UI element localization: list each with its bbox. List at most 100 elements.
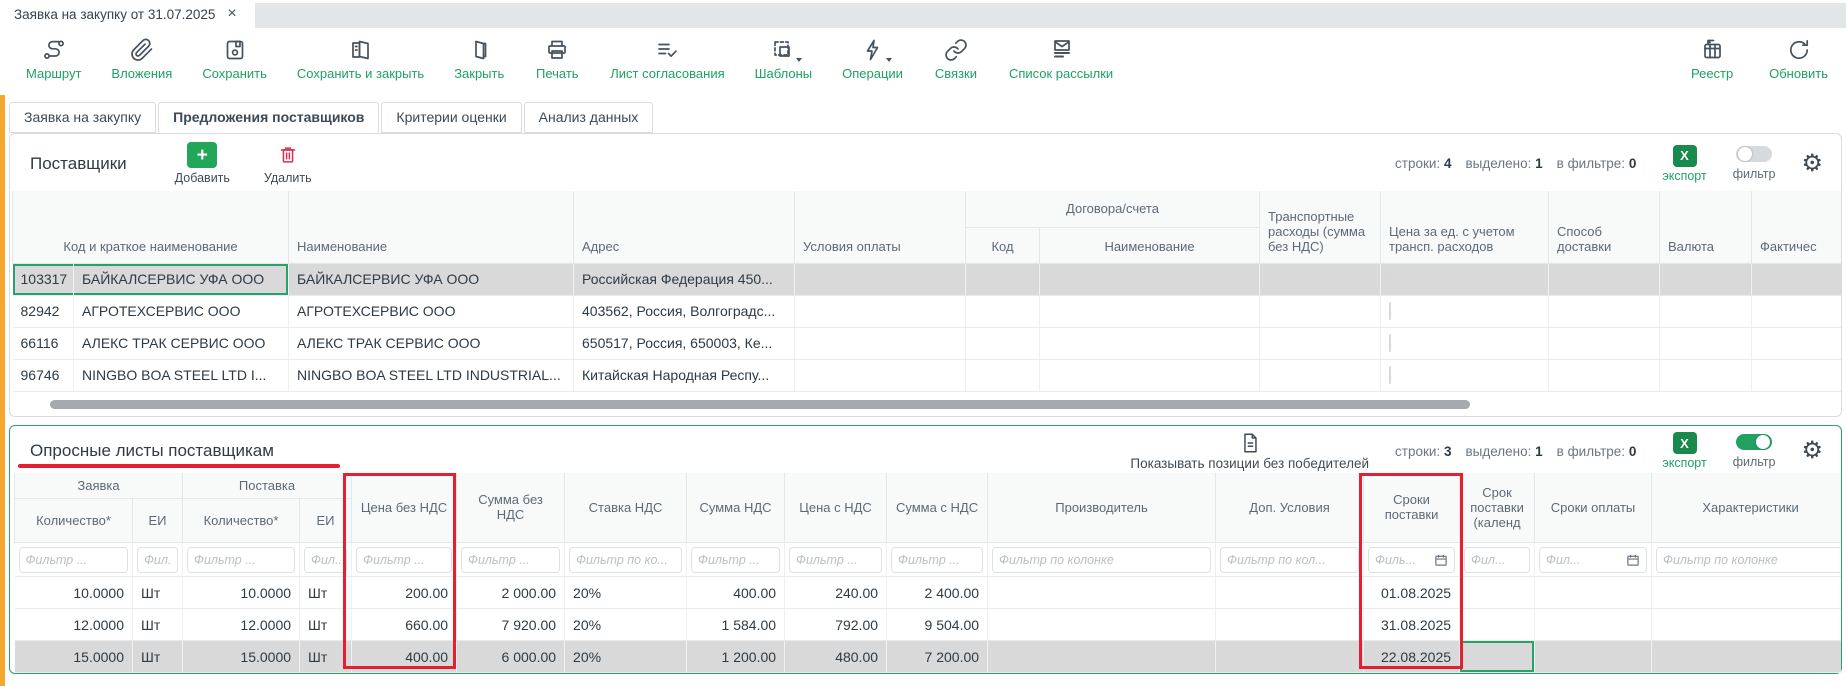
tab-data-analysis[interactable]: Анализ данных [524, 102, 654, 133]
col-price-per-unit[interactable]: Цена за ед. с учетом трансп. расходов [1381, 191, 1549, 263]
gear-icon[interactable]: ⚙ [1801, 439, 1823, 463]
cell-sum-no-vat[interactable]: 7 920.00 [457, 609, 565, 641]
col-transport-costs[interactable]: Транспортные расходы (сумма без НДС) [1260, 191, 1381, 263]
templates-button[interactable]: Шаблоны [755, 36, 813, 81]
col-unit-request[interactable]: ЕИ [133, 499, 183, 543]
cell-extra-conditions[interactable] [1216, 577, 1364, 609]
cell-price-with-vat[interactable]: 240.00 [785, 577, 887, 609]
cell-payment-terms[interactable] [1535, 609, 1652, 641]
col-vat-rate[interactable]: Ставка НДС [565, 473, 687, 543]
cell-price-per-unit[interactable] [1381, 359, 1549, 391]
checkbox[interactable] [1389, 302, 1391, 320]
col-delivery-dates[interactable]: Сроки поставки [1364, 473, 1460, 543]
tab-request[interactable]: Заявка на закупку [9, 102, 156, 133]
cell-unit[interactable]: Шт [133, 609, 183, 641]
add-supplier-button[interactable]: + Добавить [175, 142, 230, 185]
links-button[interactable]: Связки [933, 36, 979, 81]
cell-payment-terms[interactable] [795, 263, 966, 295]
registry-button[interactable]: Реестр [1689, 36, 1735, 81]
save-and-close-button[interactable]: Сохранить и закрыть [297, 36, 424, 81]
col-vat-sum[interactable]: Сумма НДС [687, 473, 785, 543]
cell-vat-rate[interactable]: 20% [565, 577, 687, 609]
offer-row[interactable]: 15.0000 Шт 15.0000 Шт 400.00 6 000.00 20… [15, 641, 1842, 673]
cell-manufacturer[interactable] [988, 641, 1216, 673]
export-excel-button[interactable]: X экспорт [1662, 432, 1706, 470]
filter-input[interactable] [1227, 553, 1352, 567]
calendar-icon[interactable] [1626, 553, 1640, 567]
suppliers-filter-toggle[interactable]: фильтр [1733, 146, 1776, 181]
cell-delivery-method[interactable] [1549, 263, 1660, 295]
cell-currency[interactable] [1660, 263, 1752, 295]
cell-code[interactable]: 82942 [13, 295, 74, 327]
cell-price-no-vat[interactable]: 400.00 [352, 641, 457, 673]
cell-short-name[interactable]: NINGBO BOA STEEL LTD I... [74, 359, 289, 391]
cell-name[interactable]: АЛЕКС ТРАК СЕРВИС ООО [289, 327, 574, 359]
cell-price-no-vat[interactable]: 200.00 [352, 577, 457, 609]
cell-vat-sum[interactable]: 1 584.00 [687, 609, 785, 641]
cell-unit[interactable]: Шт [300, 641, 352, 673]
cell-qty-supply[interactable]: 12.0000 [183, 609, 300, 641]
filter-input[interactable] [1546, 553, 1626, 567]
filter-input[interactable] [363, 553, 445, 567]
cell-sum-no-vat[interactable]: 2 000.00 [457, 577, 565, 609]
tab-evaluation-criteria[interactable]: Критерии оценки [381, 102, 521, 133]
filter-input[interactable] [999, 553, 1204, 567]
cell-contract-code[interactable] [966, 263, 1040, 295]
route-button[interactable]: Маршрут [26, 36, 81, 81]
checkbox[interactable] [1389, 334, 1391, 352]
checkbox[interactable] [1389, 366, 1391, 384]
cell-delivery-days[interactable] [1460, 609, 1535, 641]
cell-qty-supply[interactable]: 10.0000 [183, 577, 300, 609]
cell-unit[interactable]: Шт [133, 577, 183, 609]
cell-manufacturer[interactable] [988, 577, 1216, 609]
cell-unit[interactable]: Шт [133, 641, 183, 673]
col-price-with-vat[interactable]: Цена с НДС [785, 473, 887, 543]
calendar-icon[interactable] [1434, 553, 1448, 567]
col-qty-supply[interactable]: Количество* [183, 499, 300, 543]
cell-actual[interactable] [1752, 263, 1842, 295]
cell-sum-with-vat[interactable]: 9 504.00 [887, 609, 988, 641]
col-name[interactable]: Наименование [289, 191, 574, 263]
cell-delivery-date[interactable]: 01.08.2025 [1364, 577, 1460, 609]
tab-supplier-offers[interactable]: Предложения поставщиков [158, 102, 379, 133]
cell-unit[interactable]: Шт [300, 577, 352, 609]
col-sum-with-vat[interactable]: Сумма с НДС [887, 473, 988, 543]
print-button[interactable]: Печать [534, 36, 580, 81]
cell-payment-terms[interactable] [1535, 641, 1652, 673]
cell-code[interactable]: 103317 [13, 263, 74, 295]
col-sum-no-vat[interactable]: Сумма без НДС [457, 473, 565, 543]
attachments-button[interactable]: Вложения [111, 36, 172, 81]
cell-unit[interactable]: Шт [300, 609, 352, 641]
cell-extra-conditions[interactable] [1216, 609, 1364, 641]
cell-address[interactable]: Российская Федерация 450... [574, 263, 795, 295]
cell-price-per-unit[interactable] [1381, 263, 1549, 295]
show-positions-button[interactable]: Показывать позиции без победителей [1130, 432, 1369, 471]
cell-short-name[interactable]: БАЙКАЛСЕРВИС УФА ООО [74, 263, 289, 295]
filter-input[interactable] [144, 553, 171, 567]
filter-input[interactable] [796, 553, 875, 567]
col-payment-terms[interactable]: Условия оплаты [795, 191, 966, 263]
cell-manufacturer[interactable] [988, 609, 1216, 641]
supplier-row[interactable]: 96746 NINGBO BOA STEEL LTD I... NINGBO B… [13, 359, 1842, 391]
cell-characteristics[interactable] [1652, 577, 1841, 609]
col-extra-conditions[interactable]: Доп. Условия [1216, 473, 1364, 543]
close-icon[interactable]: × [227, 5, 236, 23]
col-manufacturer[interactable]: Производитель [988, 473, 1216, 543]
cell-delivery-date[interactable]: 22.08.2025 [1364, 641, 1460, 673]
cell-sum-no-vat[interactable]: 6 000.00 [457, 641, 565, 673]
mailing-list-button[interactable]: Список рассылки [1009, 36, 1113, 81]
cell-qty-supply[interactable]: 15.0000 [183, 641, 300, 673]
supplier-row[interactable]: 66116 АЛЕКС ТРАК СЕРВИС ООО АЛЕКС ТРАК С… [13, 327, 1842, 359]
questionnaire-filter-toggle[interactable]: фильтр [1733, 434, 1776, 469]
cell-characteristics[interactable] [1652, 609, 1841, 641]
cell-contract-name[interactable] [1040, 263, 1260, 295]
cell-short-name[interactable]: АЛЕКС ТРАК СЕРВИС ООО [74, 327, 289, 359]
col-actual[interactable]: Фактичес [1752, 191, 1842, 263]
cell-price-with-vat[interactable]: 480.00 [785, 641, 887, 673]
offer-row[interactable]: 10.0000 Шт 10.0000 Шт 200.00 2 000.00 20… [15, 577, 1842, 609]
cell-payment-terms[interactable] [1535, 577, 1652, 609]
cell-delivery-date[interactable]: 31.08.2025 [1364, 609, 1460, 641]
cell-code[interactable]: 66116 [13, 327, 74, 359]
filter-input[interactable] [26, 553, 122, 567]
cell-transport[interactable] [1260, 263, 1381, 295]
